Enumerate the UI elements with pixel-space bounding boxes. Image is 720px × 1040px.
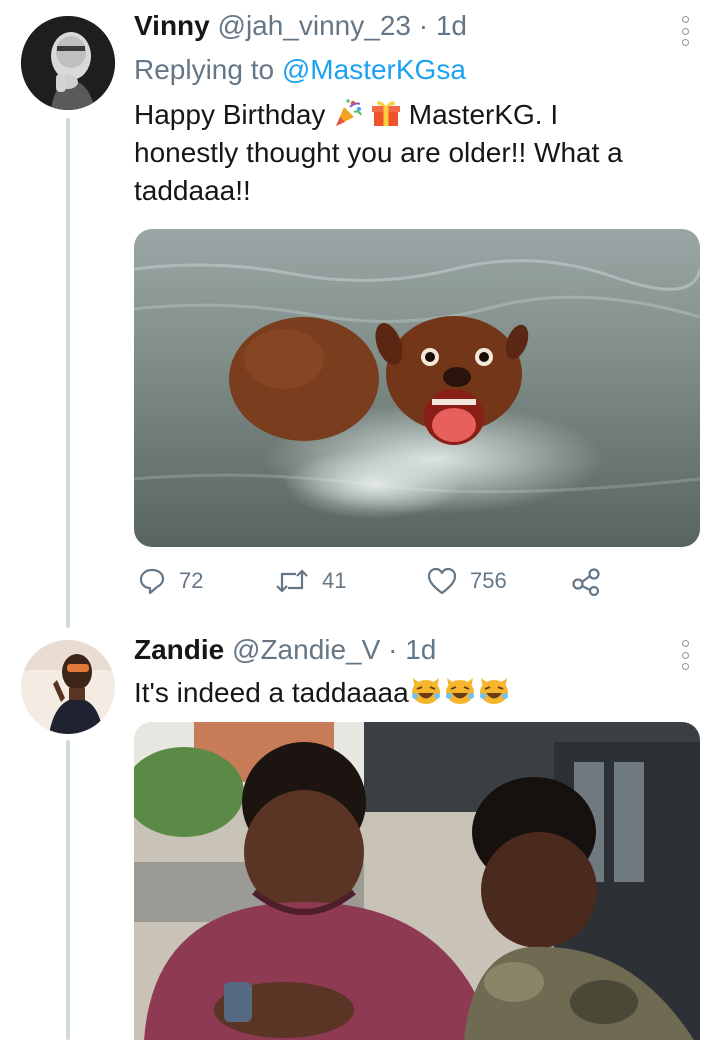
tweet-image[interactable] bbox=[134, 722, 700, 1040]
tweet-text-part: MasterKG. I bbox=[408, 99, 559, 130]
replying-label: Replying to bbox=[134, 54, 275, 85]
reply-button[interactable]: 72 bbox=[137, 566, 203, 596]
avatar-image bbox=[21, 16, 115, 110]
reply-icon bbox=[139, 568, 165, 595]
laughing-cat-icon bbox=[411, 678, 440, 704]
replying-to: Replying to @MasterKGsa bbox=[134, 54, 466, 86]
laughing-cat-icon bbox=[479, 678, 508, 704]
retweet-count: 41 bbox=[322, 568, 347, 593]
heart-icon bbox=[427, 567, 457, 595]
user-handle[interactable]: @jah_vinny_23 bbox=[218, 10, 411, 41]
timestamp[interactable]: 1d bbox=[405, 634, 436, 665]
retweet-icon bbox=[276, 569, 308, 593]
more-options-icon[interactable] bbox=[679, 16, 691, 46]
reply-count: 72 bbox=[179, 568, 204, 593]
timestamp[interactable]: 1d bbox=[436, 10, 467, 41]
avatar-image bbox=[21, 640, 115, 734]
like-count: 756 bbox=[470, 568, 507, 593]
share-button[interactable] bbox=[570, 566, 602, 596]
separator: · bbox=[388, 634, 398, 665]
party-popper-icon bbox=[336, 99, 363, 126]
laughing-cat-icon bbox=[445, 678, 474, 704]
gift-icon bbox=[372, 101, 400, 126]
user-name[interactable]: Vinny bbox=[134, 10, 210, 41]
tweet-text-line: honestly thought you are older!! What a bbox=[134, 137, 623, 168]
retweet-button[interactable]: 41 bbox=[274, 566, 346, 596]
tweet-text-part: Happy Birthday bbox=[134, 99, 326, 130]
share-icon bbox=[572, 568, 600, 596]
dog-in-water-photo bbox=[134, 229, 700, 547]
like-button[interactable]: 756 bbox=[426, 566, 507, 596]
tweet-text: It's indeed a taddaaaa bbox=[134, 674, 511, 712]
more-options-icon[interactable] bbox=[679, 640, 691, 670]
mention-link[interactable]: @MasterKGsa bbox=[282, 54, 466, 85]
thread-line bbox=[66, 118, 70, 628]
user-name[interactable]: Zandie bbox=[134, 634, 224, 665]
separator: · bbox=[418, 10, 429, 41]
thread-line bbox=[66, 740, 70, 1040]
user-handle[interactable]: @Zandie_V bbox=[232, 634, 380, 665]
tweet-image[interactable] bbox=[134, 229, 700, 547]
avatar[interactable] bbox=[21, 640, 115, 734]
two-men-laughing-photo bbox=[134, 722, 700, 1040]
tweet-text: Happy Birthday MasterKG. I honestly thou… bbox=[134, 96, 694, 210]
tweet-header: Zandie @Zandie_V · 1d bbox=[134, 634, 436, 666]
tweet-text-line: It's indeed a taddaaaa bbox=[134, 677, 409, 708]
tweet-header: Vinny @jah_vinny_23 · 1d bbox=[134, 10, 467, 42]
avatar[interactable] bbox=[21, 16, 115, 110]
tweet-text-line: taddaaa!! bbox=[134, 175, 251, 206]
